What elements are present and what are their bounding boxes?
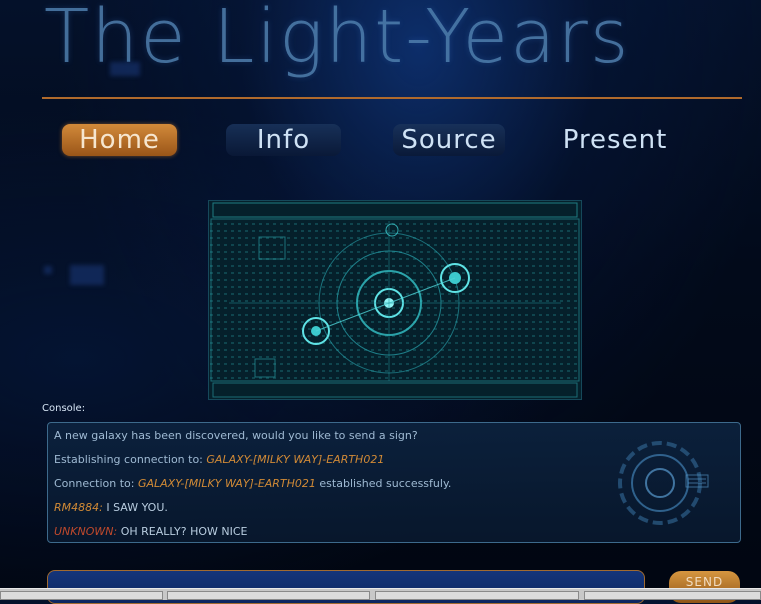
- console-line: Connection to: GALAXY-[MILKY WAY]-EARTH0…: [54, 477, 451, 490]
- console-line: RM4884: I SAW YOU.: [54, 501, 168, 514]
- background-glyph: [44, 266, 52, 274]
- chat-username: UNKNOWN:: [54, 525, 118, 538]
- console-text: A new galaxy has been discovered, would …: [54, 429, 418, 442]
- radar-ring-icon: [618, 441, 709, 525]
- connection-target: GALAXY-[MILKY WAY]-EARTH021: [206, 453, 385, 466]
- hud-graphic: [209, 201, 581, 399]
- connection-target: GALAXY-[MILKY WAY]-EARTH021: [137, 477, 316, 490]
- console-text: Establishing connection to:: [54, 453, 207, 466]
- chat-message: OH REALLY? HOW NICE: [117, 525, 248, 538]
- taskbar: [0, 588, 761, 600]
- console-text: Connection to:: [54, 477, 138, 490]
- background-glyph: [70, 265, 104, 285]
- console-line: Establishing connection to: GALAXY-[MILK…: [54, 453, 384, 466]
- chat-message: I SAW YOU.: [102, 501, 168, 514]
- hud-image: [208, 200, 582, 400]
- title-divider: [42, 97, 742, 99]
- nav-info[interactable]: Info: [226, 124, 341, 156]
- console-text: established successfuly.: [315, 477, 452, 490]
- main-nav: Home Info Source Present: [0, 124, 761, 160]
- console-line: A new galaxy has been discovered, would …: [54, 429, 418, 442]
- console-panel: A new galaxy has been discovered, would …: [47, 422, 741, 543]
- nav-home[interactable]: Home: [62, 124, 177, 156]
- nav-present[interactable]: Present: [556, 124, 674, 156]
- chat-username: RM4884:: [54, 501, 103, 514]
- console-line: UNKNOWN: OH REALLY? HOW NICE: [54, 525, 248, 538]
- console-label: Console:: [42, 403, 86, 414]
- nav-source[interactable]: Source: [393, 124, 505, 156]
- site-title: The Light-Years: [44, 0, 631, 80]
